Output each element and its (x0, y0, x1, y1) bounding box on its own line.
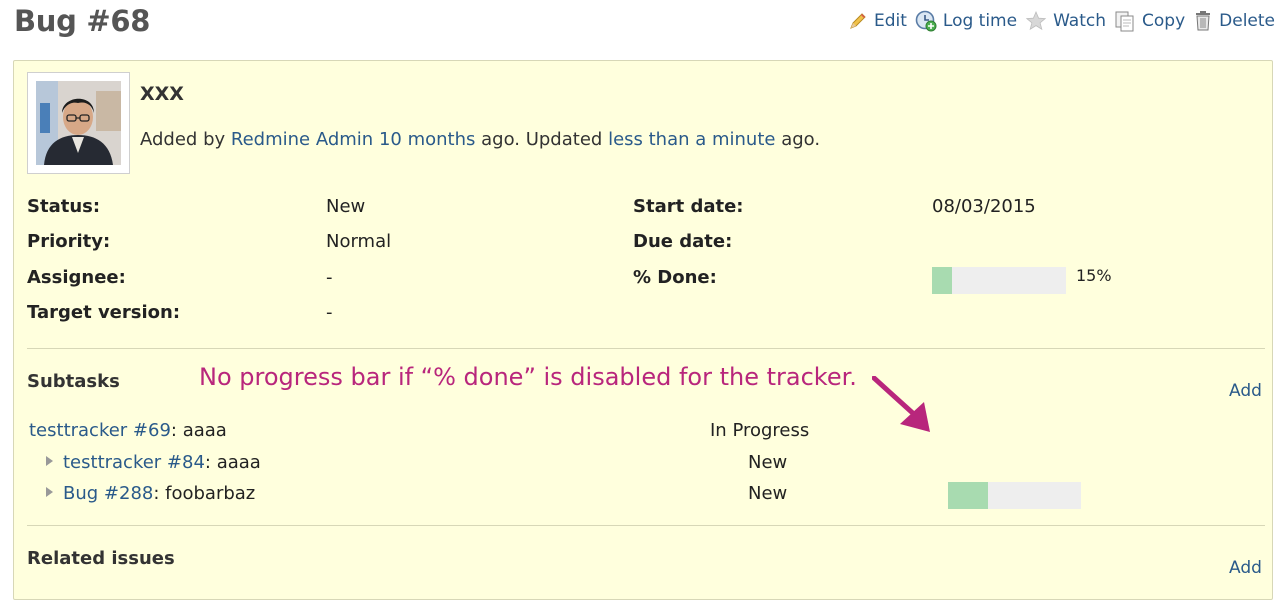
trash-icon (1193, 10, 1213, 32)
avatar-image (36, 81, 121, 165)
copy-icon (1114, 10, 1136, 32)
status-label: Status: (27, 196, 101, 217)
progress-empty (987, 482, 1081, 509)
divider (27, 348, 1265, 349)
updated-time-link[interactable]: less than a minute (608, 129, 775, 150)
pencil-icon (848, 11, 868, 31)
author-line: Added by Redmine Admin 10 months ago. Up… (140, 129, 821, 150)
priority-label: Priority: (27, 231, 111, 252)
target-version-label: Target version: (27, 302, 181, 323)
annotation-arrow-icon (872, 376, 930, 432)
subtask-progress-bar (948, 482, 1081, 509)
avatar (27, 72, 130, 174)
clock-add-icon (915, 10, 937, 32)
target-version-value: - (326, 302, 333, 323)
edit-button[interactable]: Edit (848, 11, 907, 31)
assignee-label: Assignee: (27, 267, 126, 288)
issue-details: XXX Added by Redmine Admin 10 months ago… (13, 60, 1273, 600)
due-date-label: Due date: (633, 231, 733, 252)
copy-button[interactable]: Copy (1114, 10, 1185, 32)
subtask-status: New (748, 452, 788, 473)
log-time-button[interactable]: Log time (915, 10, 1017, 32)
subtask-link[interactable]: Bug #288 (63, 483, 153, 504)
start-date-label: Start date: (633, 196, 744, 217)
divider (27, 525, 1265, 526)
assignee-value: - (326, 267, 333, 288)
expand-arrow-icon[interactable] (46, 456, 53, 466)
subtask-row: testtracker #69: aaaa (29, 420, 227, 441)
subtask-status: New (748, 483, 788, 504)
start-date-value: 08/03/2015 (932, 196, 1036, 217)
subtask-link[interactable]: testtracker #84 (63, 452, 205, 473)
page-title: Bug #68 (14, 4, 151, 38)
created-time-link[interactable]: 10 months (379, 129, 475, 150)
status-value: New (326, 196, 366, 217)
percent-done-label: % Done: (633, 267, 717, 288)
delete-button[interactable]: Delete (1193, 10, 1275, 32)
subtask-status: In Progress (710, 420, 810, 441)
watch-button[interactable]: Watch (1025, 10, 1106, 32)
progress-filled (948, 482, 988, 509)
percent-done-value: 15% (1076, 266, 1112, 285)
related-issues-title: Related issues (27, 548, 175, 569)
progress-empty (952, 267, 1066, 294)
subtasks-title: Subtasks (27, 371, 120, 392)
add-subtask-link[interactable]: Add (1229, 381, 1262, 401)
issue-subject: XXX (140, 83, 184, 105)
expand-arrow-icon[interactable] (46, 487, 53, 497)
subtask-row: Bug #288: foobarbaz (46, 483, 255, 504)
annotation-note: No progress bar if “% done” is disabled … (199, 363, 857, 391)
subtask-link[interactable]: testtracker #69 (29, 420, 171, 441)
issue-actions: Edit Log time Watch Copy Delete (840, 10, 1275, 32)
priority-value: Normal (326, 231, 392, 252)
progress-filled (932, 267, 953, 294)
add-related-issue-link[interactable]: Add (1229, 558, 1262, 578)
subtask-row: testtracker #84: aaaa (46, 452, 261, 473)
author-link[interactable]: Redmine Admin (231, 129, 373, 150)
percent-done-bar (932, 267, 1066, 294)
star-icon (1025, 10, 1047, 32)
